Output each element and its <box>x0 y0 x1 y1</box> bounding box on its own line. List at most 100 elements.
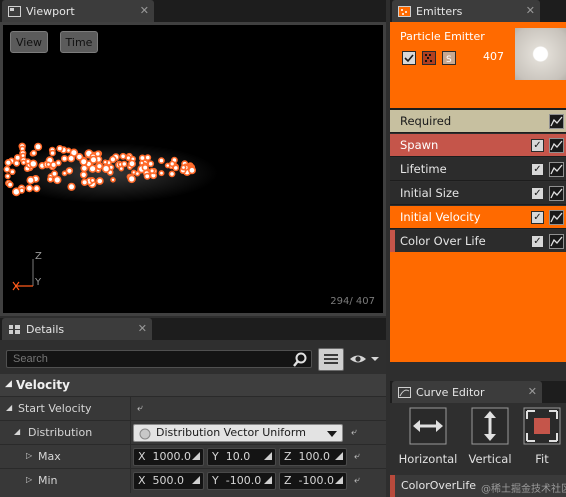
expand-arrow-icon[interactable]: ◢ <box>14 427 20 436</box>
reset-to-default-icon[interactable]: ⤶ <box>354 451 360 462</box>
particle <box>61 170 68 177</box>
horizontal-arrows-icon <box>409 407 447 445</box>
category-velocity[interactable]: ◢ Velocity <box>0 374 386 396</box>
curve-toggle-icon[interactable] <box>549 186 564 201</box>
min-y-field[interactable]: Y -100.0 <box>207 472 276 490</box>
emitter-enable-checkbox[interactable] <box>402 51 416 65</box>
emitter-solo-icon[interactable]: S <box>442 51 456 65</box>
dots-icon <box>425 54 432 62</box>
vertical-label: Vertical <box>468 452 512 466</box>
viewport-icon <box>8 5 21 17</box>
module-label: Initial Velocity <box>400 210 481 224</box>
curve-toggle-icon[interactable] <box>549 210 564 225</box>
module-row-required[interactable]: Required <box>390 110 566 133</box>
module-row-lifetime[interactable]: Lifetime ✓ <box>390 158 566 181</box>
particle <box>65 147 72 154</box>
curve-toggle-icon[interactable] <box>549 234 564 249</box>
module-row-initial-size[interactable]: Initial Size ✓ <box>390 182 566 205</box>
curve-toggle-icon[interactable] <box>549 114 564 129</box>
particle <box>33 142 43 151</box>
drag-corner-icon <box>264 452 272 460</box>
details-icon <box>9 324 20 334</box>
particle <box>134 170 141 177</box>
category-label: Velocity <box>16 378 70 392</box>
search-icon[interactable] <box>292 352 308 368</box>
emitters-icon <box>398 5 411 17</box>
fit-horizontal-button[interactable]: Horizontal <box>396 407 460 467</box>
module-enable-checkbox[interactable]: ✓ <box>531 211 544 224</box>
list-view-icon <box>324 354 338 364</box>
particle <box>143 172 151 180</box>
view-options-button[interactable] <box>318 348 344 371</box>
column-divider <box>130 469 131 493</box>
particle <box>6 181 14 189</box>
fit-icon <box>523 407 561 445</box>
tab-curve-editor[interactable]: Curve Editor ✕ <box>392 381 542 403</box>
distribution-icon <box>139 428 151 440</box>
y-axis-letter: Y <box>212 474 219 487</box>
expand-arrow-icon[interactable]: ▷ <box>26 451 32 460</box>
max-x-field[interactable]: X 1000.0 <box>133 448 204 466</box>
tab-viewport-label: Viewport <box>26 4 75 18</box>
emitter-particle-count: 407 <box>483 50 504 63</box>
module-enable-checkbox[interactable]: ✓ <box>531 139 544 152</box>
distribution-dropdown[interactable]: Distribution Vector Uniform <box>133 424 343 442</box>
particle <box>50 170 58 178</box>
fit-vertical-button[interactable]: Vertical <box>466 407 514 467</box>
close-icon[interactable]: ✕ <box>528 385 537 398</box>
expand-arrow-icon[interactable]: ▷ <box>26 475 32 484</box>
tab-emitters-label: Emitters <box>416 4 463 18</box>
viewport-canvas[interactable]: View Time Z Y 294/ 407 <box>3 25 383 313</box>
curve-track-row[interactable]: ColorOverLife @稀土掘金技术社区 <box>390 475 566 497</box>
horizontal-label: Horizontal <box>398 452 458 466</box>
emitter-thumbnail[interactable] <box>515 28 566 80</box>
module-enable-checkbox[interactable]: ✓ <box>531 235 544 248</box>
max-z-field[interactable]: Z 100.0 <box>279 448 347 466</box>
min-x-field[interactable]: X 500.0 <box>133 472 204 490</box>
drag-corner-icon <box>335 452 343 460</box>
emitter-column-background <box>390 252 566 362</box>
module-row-initial-velocity[interactable]: Initial Velocity ✓ <box>390 206 566 229</box>
particle <box>110 177 116 183</box>
max-z-value: 100.0 <box>298 450 331 463</box>
particle-count: 294/ 407 <box>330 296 375 307</box>
column-divider <box>130 397 131 421</box>
close-icon[interactable]: ✕ <box>526 4 535 17</box>
module-row-spawn[interactable]: Spawn ✓ <box>390 134 566 157</box>
search-input[interactable] <box>6 350 312 368</box>
particle <box>55 159 62 167</box>
max-y-field[interactable]: Y 10.0 <box>207 448 276 466</box>
module-row-color-over-life[interactable]: Color Over Life ✓ <box>390 230 566 253</box>
particle <box>102 159 108 165</box>
close-icon[interactable]: ✕ <box>138 322 147 335</box>
particle <box>14 154 22 162</box>
module-enable-checkbox[interactable]: ✓ <box>531 163 544 176</box>
particle <box>56 145 64 153</box>
particle <box>49 149 56 157</box>
particle <box>11 187 21 197</box>
curve-toggle-icon[interactable] <box>549 138 564 153</box>
tab-viewport[interactable]: Viewport ✕ <box>2 0 154 22</box>
particle <box>109 155 117 164</box>
particle <box>188 166 197 175</box>
emitters-tabbar: Emitters ✕ <box>390 0 566 22</box>
particle <box>80 178 89 187</box>
reset-to-default-icon[interactable]: ⤶ <box>137 403 143 414</box>
tab-emitters[interactable]: Emitters ✕ <box>392 0 540 22</box>
reset-to-default-icon[interactable]: ⤶ <box>351 427 357 438</box>
particle <box>67 154 76 163</box>
emitter-render-mode-icon[interactable] <box>422 51 436 65</box>
fit-label: Fit <box>535 452 549 466</box>
min-z-field[interactable]: Z -100.0 <box>279 472 347 490</box>
expand-arrow-icon[interactable]: ◢ <box>6 403 12 412</box>
curve-toggle-icon[interactable] <box>549 162 564 177</box>
column-divider <box>130 421 131 445</box>
module-enable-checkbox[interactable]: ✓ <box>531 187 544 200</box>
fit-button[interactable]: Fit <box>522 407 562 467</box>
watermark: @稀土掘金技术社区 <box>481 484 566 495</box>
close-icon[interactable]: ✕ <box>140 4 149 17</box>
reset-to-default-icon[interactable]: ⤶ <box>354 475 360 486</box>
eye-icon[interactable] <box>348 351 380 367</box>
emitter-header[interactable]: Particle Emitter S 407 <box>390 22 566 108</box>
tab-details[interactable]: Details ✕ <box>2 318 152 340</box>
